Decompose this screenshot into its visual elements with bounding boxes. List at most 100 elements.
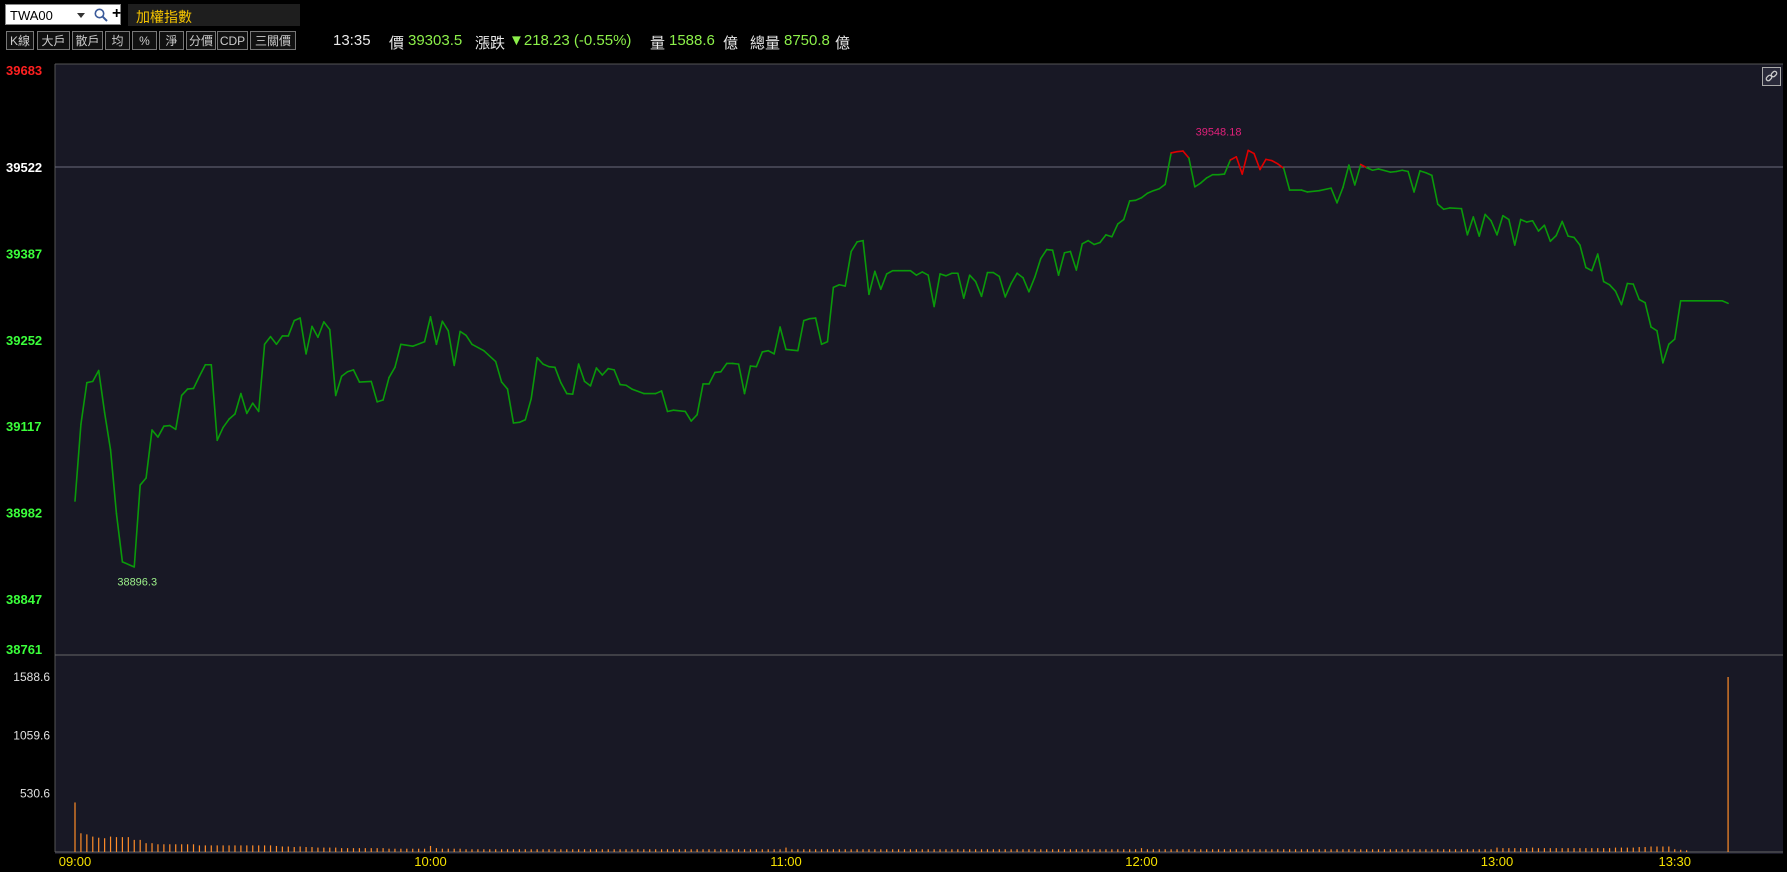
price-line-segment (494, 360, 503, 383)
price-line-segment (429, 315, 438, 346)
price-line-segment (1271, 159, 1279, 165)
price-line-segment (820, 340, 829, 346)
price-line-segment (1235, 155, 1244, 175)
price-line-segment (340, 370, 349, 378)
price-line-segment (240, 392, 248, 415)
price-line-segment (1656, 330, 1664, 364)
price-line-segment (933, 273, 941, 308)
price-line-segment (1573, 236, 1581, 246)
price-line-segment (305, 325, 313, 355)
price-line-segment (115, 513, 124, 563)
price-line-segment (968, 274, 977, 283)
price-line-segment (346, 369, 355, 373)
price-line-segment (370, 380, 378, 403)
price-line-segment (133, 484, 141, 568)
price-line-segment (939, 273, 947, 277)
price-line-segment (1122, 200, 1131, 221)
price-line-segment (151, 429, 159, 438)
price-line-segment (915, 271, 924, 276)
link-icon[interactable] (1762, 67, 1781, 86)
price-line-segment (737, 363, 746, 395)
price-line-segment (1205, 173, 1214, 179)
price-line-segment (500, 381, 509, 390)
price-line-segment (1247, 149, 1255, 155)
price-line-segment (1075, 243, 1084, 271)
price-line-segment (1448, 207, 1463, 210)
price-line-segment (257, 343, 266, 413)
price-line-segment (619, 383, 627, 387)
price-line-segment (1407, 170, 1415, 193)
price-line-segment (1490, 219, 1498, 236)
price-line-segment (1620, 282, 1629, 306)
price-line-segment (287, 319, 296, 337)
price-line-segment (1022, 276, 1030, 293)
price-line-segment (1662, 343, 1670, 364)
price-line-segment (1555, 220, 1563, 237)
price-line-segment (826, 286, 835, 343)
price-line-segment (459, 330, 467, 337)
price-line-segment (317, 321, 325, 339)
price-line-segment (269, 335, 278, 346)
price-line-segment (435, 320, 444, 346)
price-line-segment (1276, 163, 1285, 170)
price-line-segment (767, 349, 775, 355)
price-line-segment (1004, 282, 1012, 298)
price-line-segment (506, 388, 515, 424)
price-line-segment (1111, 223, 1119, 238)
price-line-segment (962, 274, 971, 300)
price-line-segment (411, 340, 426, 348)
price-line-segment (1176, 150, 1184, 153)
price-line-segment (1105, 234, 1113, 238)
price-line-segment (779, 326, 787, 351)
price-line-segment (441, 320, 450, 332)
price-line-segment (530, 356, 538, 400)
price-line-segment (856, 239, 864, 243)
price-line-segment (91, 369, 100, 383)
price-line-segment (169, 424, 177, 431)
price-line-segment (1152, 187, 1161, 192)
price-line-segment (797, 319, 805, 352)
price-line-segment (1431, 174, 1439, 205)
price-line-segment (1519, 218, 1528, 223)
price-line-segment (1537, 224, 1546, 232)
price-line-segment (180, 388, 189, 397)
price-line-segment (382, 376, 390, 401)
price-line-segment (998, 275, 1007, 298)
price-line-segment (376, 399, 384, 403)
price-line-segment (714, 370, 722, 374)
price-line-segment (1146, 189, 1155, 195)
price-line-segment (1354, 163, 1362, 186)
price-line-segment (909, 269, 918, 276)
price-line-segment (601, 367, 610, 376)
time-tick-label: 10:00 (414, 854, 447, 869)
price-line-segment (850, 241, 858, 253)
price-line-segment (1034, 257, 1042, 278)
price-line-segment (192, 375, 201, 390)
price-line-segment (1472, 216, 1481, 237)
price-line-segment (524, 397, 533, 421)
price-line-segment (1668, 338, 1676, 346)
price-line-segment (838, 283, 847, 287)
price-line-segment (352, 369, 361, 383)
price-line-segment (1395, 169, 1403, 173)
price-tick-label: 38761 (6, 642, 42, 657)
price-line-segment (251, 402, 260, 413)
price-line-segment (1442, 207, 1451, 211)
price-line-segment (121, 561, 136, 568)
price-line-segment (1188, 157, 1196, 188)
price-line-segment (1039, 248, 1048, 260)
price-line-segment (1673, 299, 1682, 340)
price-line-segment (1496, 214, 1504, 236)
price-line-segment (1543, 224, 1552, 243)
price-line-segment (263, 335, 272, 346)
price-line-segment (690, 413, 698, 422)
price-line-segment (447, 330, 456, 367)
price-line-segment (607, 367, 615, 371)
price-tick-label: 39387 (6, 246, 42, 261)
volume-tick-label: 1059.6 (13, 728, 50, 742)
price-line-segment (631, 388, 645, 395)
price-line-segment (1478, 213, 1486, 237)
price-line-segment (1389, 170, 1398, 173)
price-line-segment (1567, 235, 1575, 239)
price-line-segment (74, 423, 82, 502)
